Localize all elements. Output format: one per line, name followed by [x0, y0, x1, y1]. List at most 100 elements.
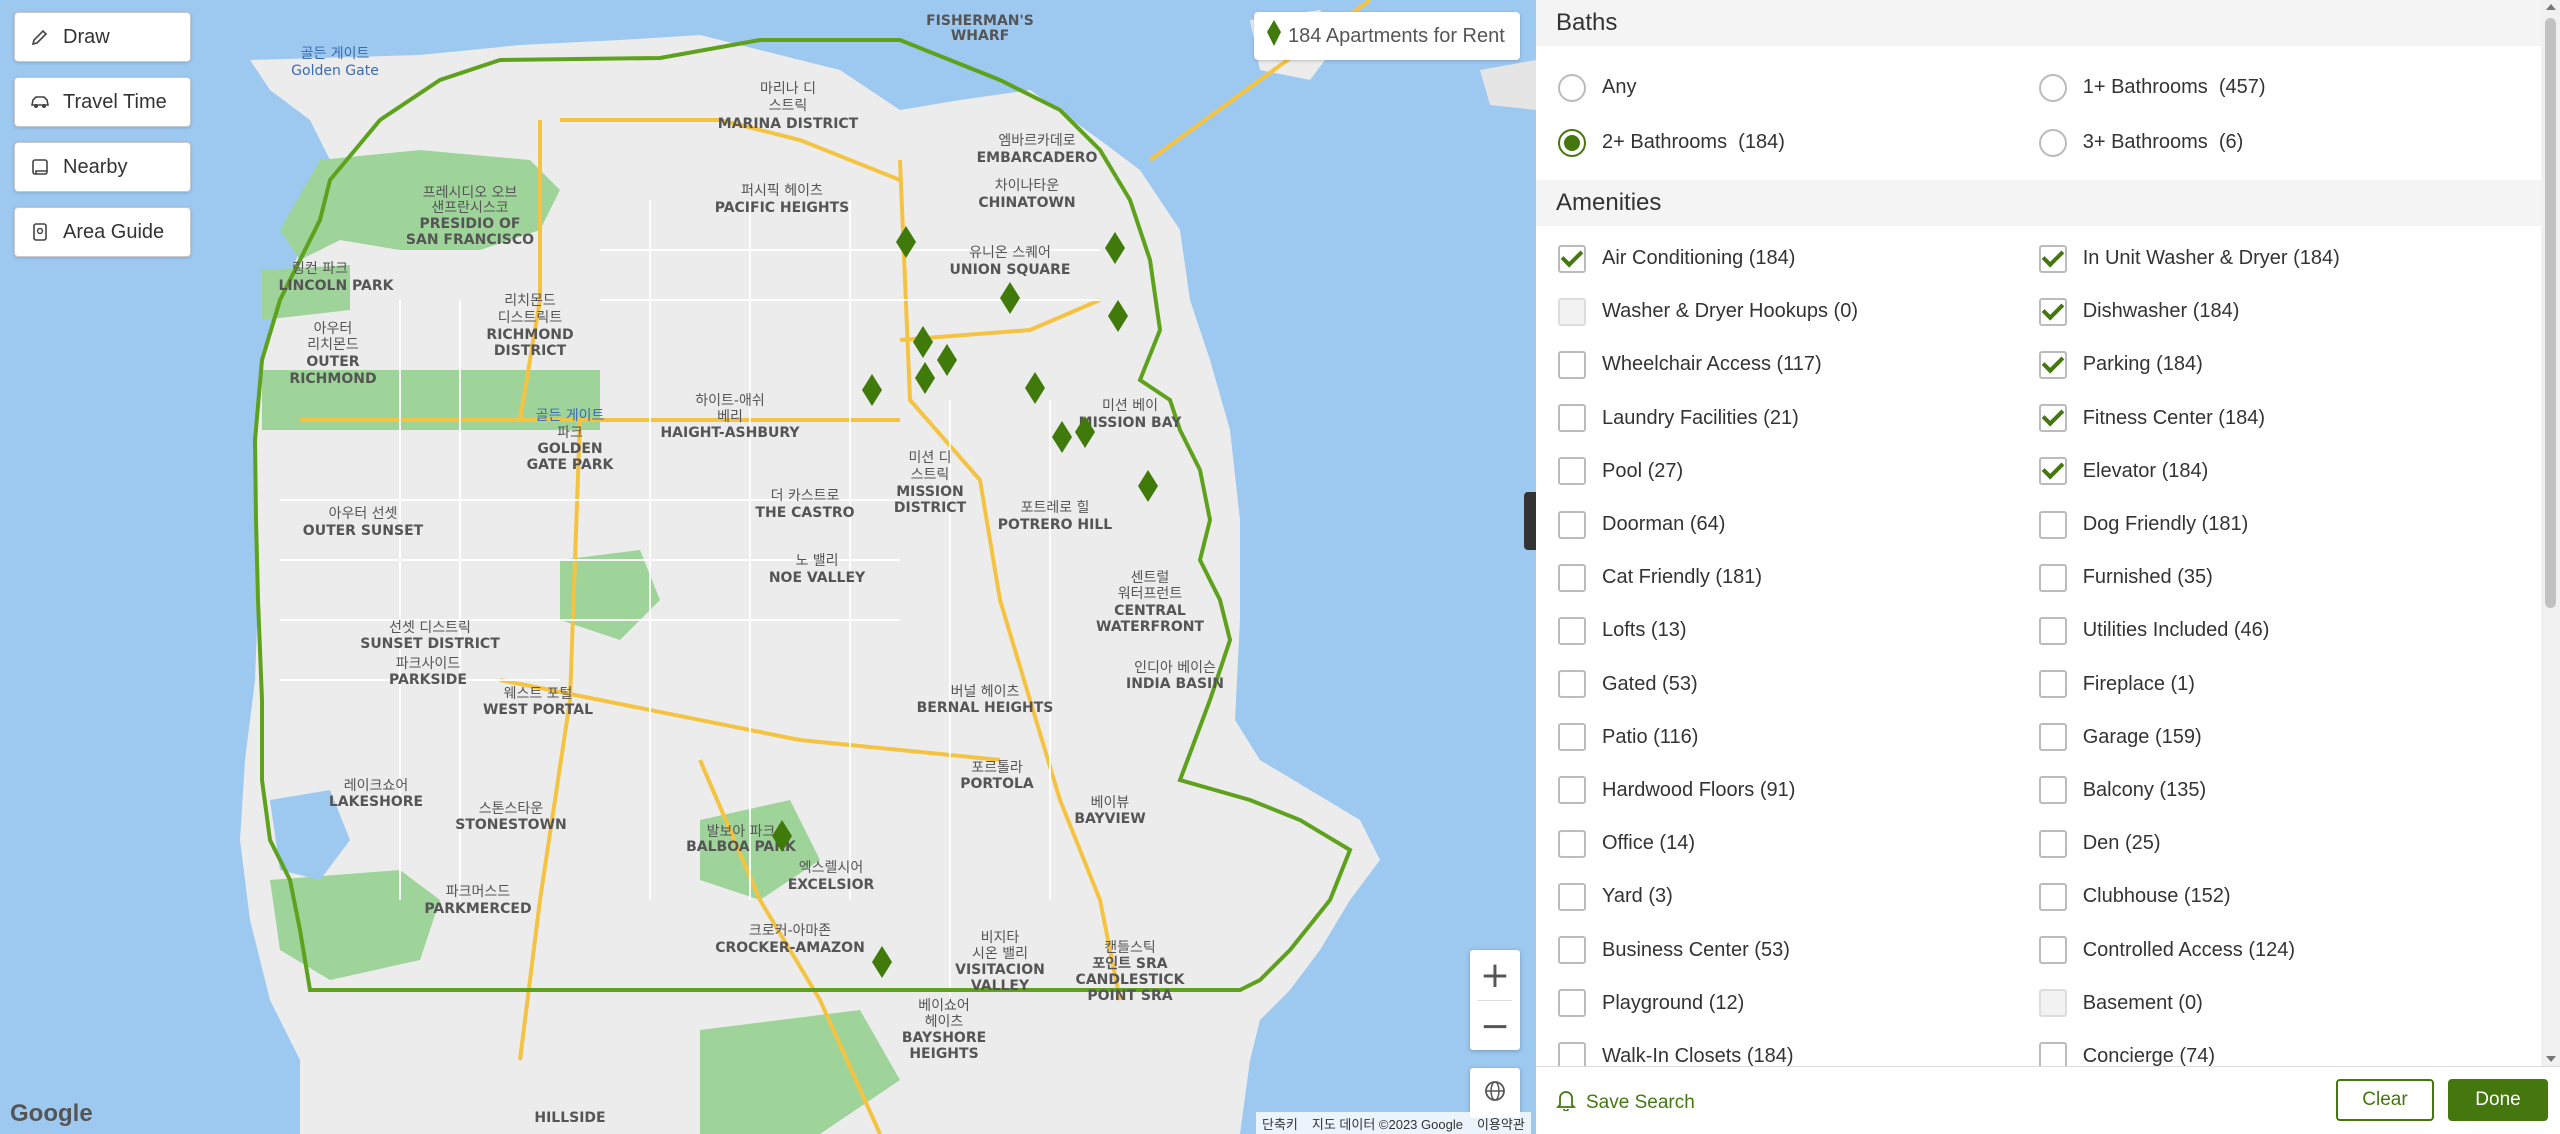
amenity-option[interactable]: Furnished (35): [2038, 563, 2541, 592]
checkbox[interactable]: [2038, 350, 2067, 379]
checkbox[interactable]: [2038, 723, 2067, 752]
save-search-link[interactable]: Save Search: [1555, 1089, 1695, 1117]
amenity-label: Hardwood Floors (91): [1602, 778, 1796, 801]
map-label: 베리: [717, 409, 743, 425]
scroll-up-arrow[interactable]: [2546, 4, 2556, 10]
checkbox[interactable]: [1558, 882, 1586, 911]
baths-option[interactable]: Any: [1536, 73, 2039, 102]
draw-button[interactable]: Draw: [14, 12, 191, 62]
checkbox[interactable]: [2038, 404, 2067, 433]
checkbox[interactable]: [1558, 244, 1586, 273]
checkbox[interactable]: [2038, 244, 2067, 273]
amenity-option[interactable]: Washer & Dryer Hookups (0): [1536, 297, 2039, 326]
checkbox[interactable]: [1558, 829, 1586, 858]
amenity-option[interactable]: Basement (0): [2038, 989, 2541, 1018]
amenity-option[interactable]: Concierge (74): [2038, 1042, 2541, 1066]
checkbox[interactable]: [1558, 350, 1586, 379]
baths-option[interactable]: 2+ Bathrooms (184): [1536, 128, 2039, 157]
checkbox[interactable]: [2038, 563, 2067, 592]
checkbox[interactable]: [2038, 936, 2067, 965]
map-view[interactable]: 골든 게이트 Golden Gate 마리나 디 스트릭 MARINA DISTRICT…: [0, 0, 1536, 1134]
checkbox[interactable]: [2038, 670, 2067, 699]
checkbox[interactable]: [1558, 563, 1586, 592]
done-button[interactable]: Done: [2448, 1079, 2548, 1121]
checkbox[interactable]: [2038, 776, 2067, 805]
amenity-option[interactable]: Gated (53): [1536, 670, 2039, 699]
filter-scroll-area[interactable]: Baths Any 1+ Bathrooms (457) 2+ Bathrooms …: [1536, 0, 2541, 1066]
amenity-option[interactable]: Yard (3): [1536, 882, 2039, 911]
checkbox[interactable]: [2038, 616, 2067, 645]
amenity-option[interactable]: Elevator (184): [2038, 457, 2541, 486]
amenity-option[interactable]: Den (25): [2038, 829, 2541, 858]
radio-button[interactable]: [2038, 128, 2067, 157]
map-label: 포르톨라: [971, 760, 1023, 776]
panel-collapse-handle[interactable]: [1524, 492, 1536, 550]
radio-button[interactable]: [1558, 73, 1586, 102]
basemap[interactable]: 골든 게이트Golden Gate마리나 디스트릭MARINA DISTRICT…: [0, 0, 1536, 1134]
amenity-option[interactable]: Parking (184): [2038, 350, 2541, 379]
baths-option[interactable]: 3+ Bathrooms (6): [2038, 128, 2541, 157]
radio-button[interactable]: [2038, 73, 2067, 102]
clear-button[interactable]: Clear: [2336, 1079, 2434, 1121]
amenity-option[interactable]: Wheelchair Access (117): [1536, 350, 2039, 379]
nearby-button[interactable]: Nearby: [14, 142, 191, 192]
amenity-option[interactable]: Playground (12): [1536, 989, 2039, 1018]
amenity-option[interactable]: In Unit Washer & Dryer (184): [2038, 244, 2541, 273]
terms-link[interactable]: 이용약관: [1477, 1114, 1525, 1133]
amenity-option[interactable]: Utilities Included (46): [2038, 616, 2541, 645]
amenity-option[interactable]: Clubhouse (152): [2038, 882, 2541, 911]
amenity-option[interactable]: Dishwasher (184): [2038, 297, 2541, 326]
checkbox[interactable]: [2038, 989, 2067, 1018]
checkbox[interactable]: [1558, 1042, 1586, 1066]
amenity-option[interactable]: Fireplace (1): [2038, 670, 2541, 699]
amenity-option[interactable]: Laundry Facilities (21): [1536, 404, 2039, 433]
checkbox[interactable]: [2038, 1042, 2067, 1066]
travel-time-button[interactable]: Travel Time: [14, 77, 191, 127]
listing-count-label: 184 Apartments for Rent: [1288, 24, 1505, 47]
checkbox[interactable]: [1558, 297, 1586, 326]
amenity-option[interactable]: Cat Friendly (181): [1536, 563, 2039, 592]
shortcuts-link[interactable]: 단축키: [1262, 1114, 1298, 1133]
checkbox[interactable]: [2038, 829, 2067, 858]
checkbox[interactable]: [1558, 457, 1586, 486]
map-type-button[interactable]: [1470, 1068, 1520, 1118]
map-label: SAN FRANCISCO: [406, 232, 534, 248]
amenity-option[interactable]: Pool (27): [1536, 457, 2039, 486]
area-guide-button[interactable]: Area Guide: [14, 207, 191, 257]
checkbox[interactable]: [1558, 989, 1586, 1018]
baths-option-label: 3+ Bathrooms (6): [2082, 131, 2244, 153]
amenity-option[interactable]: Office (14): [1536, 829, 2039, 858]
amenity-option[interactable]: Walk-In Closets (184): [1536, 1042, 2039, 1066]
checkbox[interactable]: [1558, 670, 1586, 699]
checkbox[interactable]: [2038, 297, 2067, 326]
map-label: 웨스트 포털: [504, 686, 573, 702]
checkbox[interactable]: [1558, 510, 1586, 539]
checkbox[interactable]: [2038, 457, 2067, 486]
amenity-option[interactable]: Doorman (64): [1536, 510, 2039, 539]
amenity-option[interactable]: Fitness Center (184): [2038, 404, 2541, 433]
amenity-option[interactable]: Patio (116): [1536, 723, 2039, 752]
checkbox[interactable]: [1558, 936, 1586, 965]
panel-scrollbar[interactable]: [2541, 0, 2560, 1066]
checkbox[interactable]: [2038, 510, 2067, 539]
zoom-in-button[interactable]: +: [1470, 950, 1520, 1000]
amenity-option[interactable]: Air Conditioning (184): [1536, 244, 2039, 273]
scroll-down-arrow[interactable]: [2546, 1056, 2556, 1062]
amenity-option[interactable]: Balcony (135): [2038, 776, 2541, 805]
map-label: RICHMOND: [289, 371, 376, 387]
baths-option[interactable]: 1+ Bathrooms (457): [2038, 73, 2541, 102]
scrollbar-thumb[interactable]: [2545, 18, 2556, 608]
checkbox[interactable]: [1558, 616, 1586, 645]
checkbox[interactable]: [1558, 723, 1586, 752]
radio-button[interactable]: [1558, 128, 1586, 157]
checkbox[interactable]: [2038, 882, 2067, 911]
checkbox[interactable]: [1558, 404, 1586, 433]
zoom-out-button[interactable]: −: [1470, 1001, 1520, 1051]
checkbox[interactable]: [1558, 776, 1586, 805]
amenity-option[interactable]: Dog Friendly (181): [2038, 510, 2541, 539]
amenity-option[interactable]: Garage (159): [2038, 723, 2541, 752]
amenity-option[interactable]: Controlled Access (124): [2038, 936, 2541, 965]
amenity-option[interactable]: Hardwood Floors (91): [1536, 776, 2039, 805]
amenity-option[interactable]: Lofts (13): [1536, 616, 2039, 645]
amenity-option[interactable]: Business Center (53): [1536, 936, 2039, 965]
